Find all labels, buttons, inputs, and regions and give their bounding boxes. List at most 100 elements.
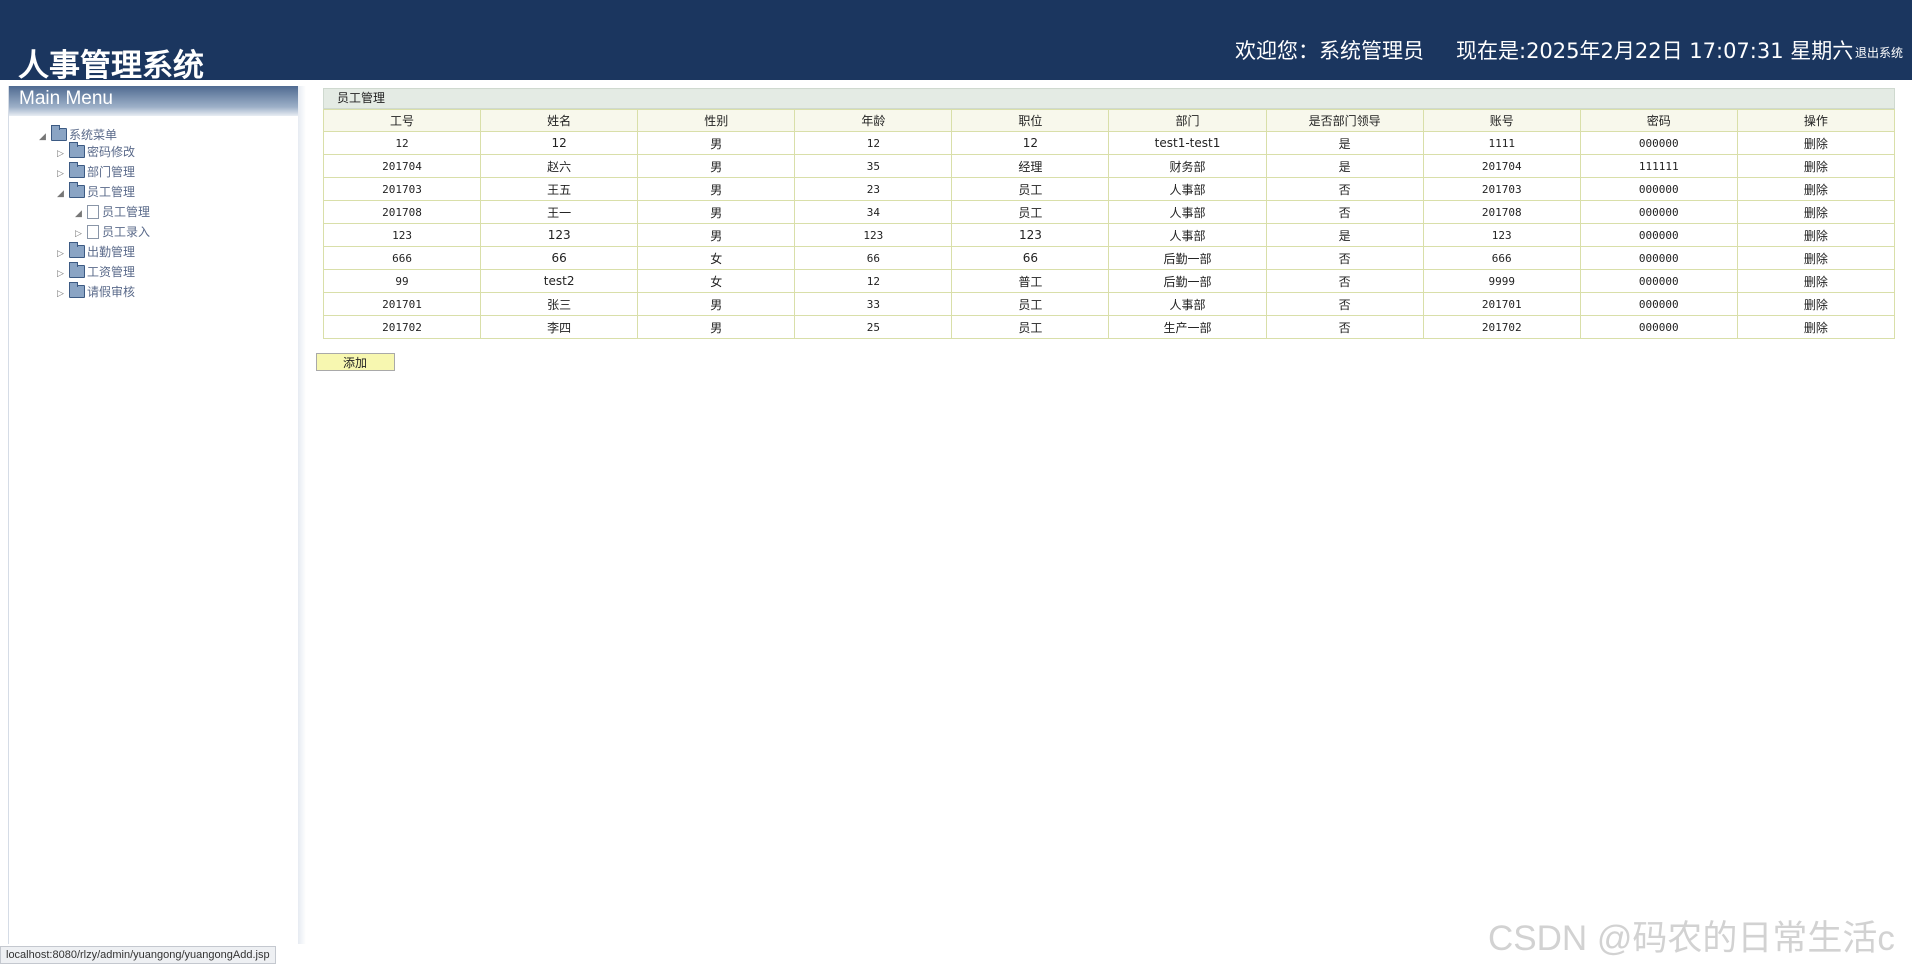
delete-link[interactable]: 删除	[1804, 252, 1828, 266]
delete-link[interactable]: 删除	[1804, 298, 1828, 312]
table-cell: 12	[951, 131, 1110, 155]
table-cell: 王一	[480, 200, 639, 224]
table-cell: 李四	[480, 315, 639, 339]
folder-icon	[69, 242, 85, 258]
table-row: 12 12 男 12 12 test1-test1 是 1111 000000 删除	[322, 131, 1896, 155]
collapsed-arrow-icon[interactable]: ▷	[57, 245, 69, 263]
table-cell: 男	[637, 177, 796, 201]
delete-link[interactable]: 删除	[1804, 321, 1828, 335]
tree-node-password[interactable]: ▷ 密码修改	[57, 142, 135, 163]
tree-node-leave[interactable]: ▷ 请假审核	[57, 282, 135, 303]
table-cell: 000000	[1579, 223, 1738, 247]
collapsed-arrow-icon[interactable]: ▷	[75, 225, 87, 243]
table-cell: 201701	[1422, 292, 1581, 316]
tree-node-employee-manage[interactable]: ◢ 员工管理	[75, 203, 150, 221]
table-cell: 33	[794, 292, 953, 316]
table-cell: 12	[480, 131, 639, 155]
table-cell: 201702	[322, 315, 482, 339]
table-cell: 201703	[1422, 177, 1581, 201]
column-header: 部门	[1108, 109, 1267, 132]
delete-link[interactable]: 删除	[1804, 229, 1828, 243]
column-header: 是否部门领导	[1265, 109, 1424, 132]
delete-link[interactable]: 删除	[1804, 275, 1828, 289]
table-cell: 12	[794, 269, 953, 293]
table-cell: test1-test1	[1108, 131, 1267, 155]
tree-node-employee-entry[interactable]: ▷ 员工录入	[75, 223, 150, 241]
delete-cell[interactable]: 删除	[1736, 223, 1896, 247]
table-cell: 000000	[1579, 177, 1738, 201]
delete-cell[interactable]: 删除	[1736, 177, 1896, 201]
folder-icon	[51, 125, 67, 141]
table-cell: 000000	[1579, 200, 1738, 224]
tree-node-salary[interactable]: ▷ 工资管理	[57, 262, 135, 283]
delete-cell[interactable]: 删除	[1736, 131, 1896, 155]
delete-link[interactable]: 删除	[1804, 137, 1828, 151]
add-button[interactable]: 添加	[316, 353, 395, 371]
delete-cell[interactable]: 删除	[1736, 292, 1896, 316]
page-icon	[87, 225, 99, 239]
table-cell: 12	[322, 131, 482, 155]
collapsed-arrow-icon[interactable]: ▷	[57, 165, 69, 183]
tree-node-employee[interactable]: ◢ 员工管理	[57, 182, 135, 203]
main-menu-title: Main Menu	[9, 86, 298, 116]
table-cell: 否	[1265, 177, 1424, 201]
table-header-row: 工号 姓名 性别 年龄 职位 部门 是否部门领导 账号 密码 操作	[322, 109, 1896, 132]
tree-node-attendance[interactable]: ▷ 出勤管理	[57, 242, 135, 263]
welcome-text: 欢迎您：系统管理员	[1235, 39, 1424, 63]
expanded-arrow-icon[interactable]: ◢	[39, 128, 51, 146]
table-cell: 123	[322, 223, 482, 247]
expanded-arrow-icon[interactable]: ◢	[57, 185, 69, 203]
folder-icon	[69, 182, 85, 198]
table-row: 666 66 女 66 66 后勤一部否 666 000000 删除	[322, 246, 1896, 270]
table-cell: 201701	[322, 292, 482, 316]
delete-link[interactable]: 删除	[1804, 183, 1828, 197]
table-cell: 1111	[1422, 131, 1581, 155]
table-cell: 经理	[951, 154, 1110, 178]
table-cell: 否	[1265, 200, 1424, 224]
delete-cell[interactable]: 删除	[1736, 315, 1896, 339]
folder-icon	[69, 282, 85, 298]
table-cell: 000000	[1579, 315, 1738, 339]
table-cell: 普工	[951, 269, 1110, 293]
logout-link[interactable]: 退出系统	[1855, 44, 1903, 61]
table-cell: 财务部	[1108, 154, 1267, 178]
collapsed-arrow-icon[interactable]: ▷	[57, 145, 69, 163]
delete-link[interactable]: 删除	[1804, 206, 1828, 220]
delete-cell[interactable]: 删除	[1736, 200, 1896, 224]
table-cell: 否	[1265, 315, 1424, 339]
table-cell: 男	[637, 154, 796, 178]
table-cell: 66	[794, 246, 953, 270]
table-cell: 后勤一部	[1108, 246, 1267, 270]
table-cell: 人事部	[1108, 223, 1267, 247]
current-datetime: 现在是:2025年2月22日 17:07:31 星期六	[1456, 39, 1854, 63]
tree-node-department[interactable]: ▷ 部门管理	[57, 162, 135, 183]
delete-cell[interactable]: 删除	[1736, 246, 1896, 270]
table-cell: 000000	[1579, 246, 1738, 270]
delete-cell[interactable]: 删除	[1736, 154, 1896, 178]
table-cell: 666	[322, 246, 482, 270]
column-header: 密码	[1579, 109, 1738, 132]
delete-link[interactable]: 删除	[1804, 160, 1828, 174]
table-cell: 人事部	[1108, 177, 1267, 201]
table-cell: 男	[637, 315, 796, 339]
table-cell: 23	[794, 177, 953, 201]
delete-cell[interactable]: 删除	[1736, 269, 1896, 293]
expanded-arrow-icon[interactable]: ◢	[75, 205, 87, 223]
column-header: 性别	[637, 109, 796, 132]
table-cell: 66	[480, 246, 639, 270]
table-cell: 是	[1265, 131, 1424, 155]
column-header: 年龄	[794, 109, 953, 132]
tree-node-root[interactable]: ◢ 系统菜单	[39, 125, 117, 146]
table-cell: 201704	[1422, 154, 1581, 178]
table-cell: 111111	[1579, 154, 1738, 178]
table-cell: 王五	[480, 177, 639, 201]
table-row: 201703 王五男 23 员工 人事部否 201703 000000 删除	[322, 177, 1896, 201]
watermark: CSDN @码农的日常生活c	[1488, 919, 1895, 958]
column-header: 操作	[1736, 109, 1896, 132]
table-cell: 34	[794, 200, 953, 224]
table-cell: test2	[480, 269, 639, 293]
employee-table: 工号 姓名 性别 年龄 职位 部门 是否部门领导 账号 密码 操作 12 12 男 1…	[322, 109, 1896, 339]
collapsed-arrow-icon[interactable]: ▷	[57, 285, 69, 303]
table-cell: 是	[1265, 223, 1424, 247]
collapsed-arrow-icon[interactable]: ▷	[57, 265, 69, 283]
